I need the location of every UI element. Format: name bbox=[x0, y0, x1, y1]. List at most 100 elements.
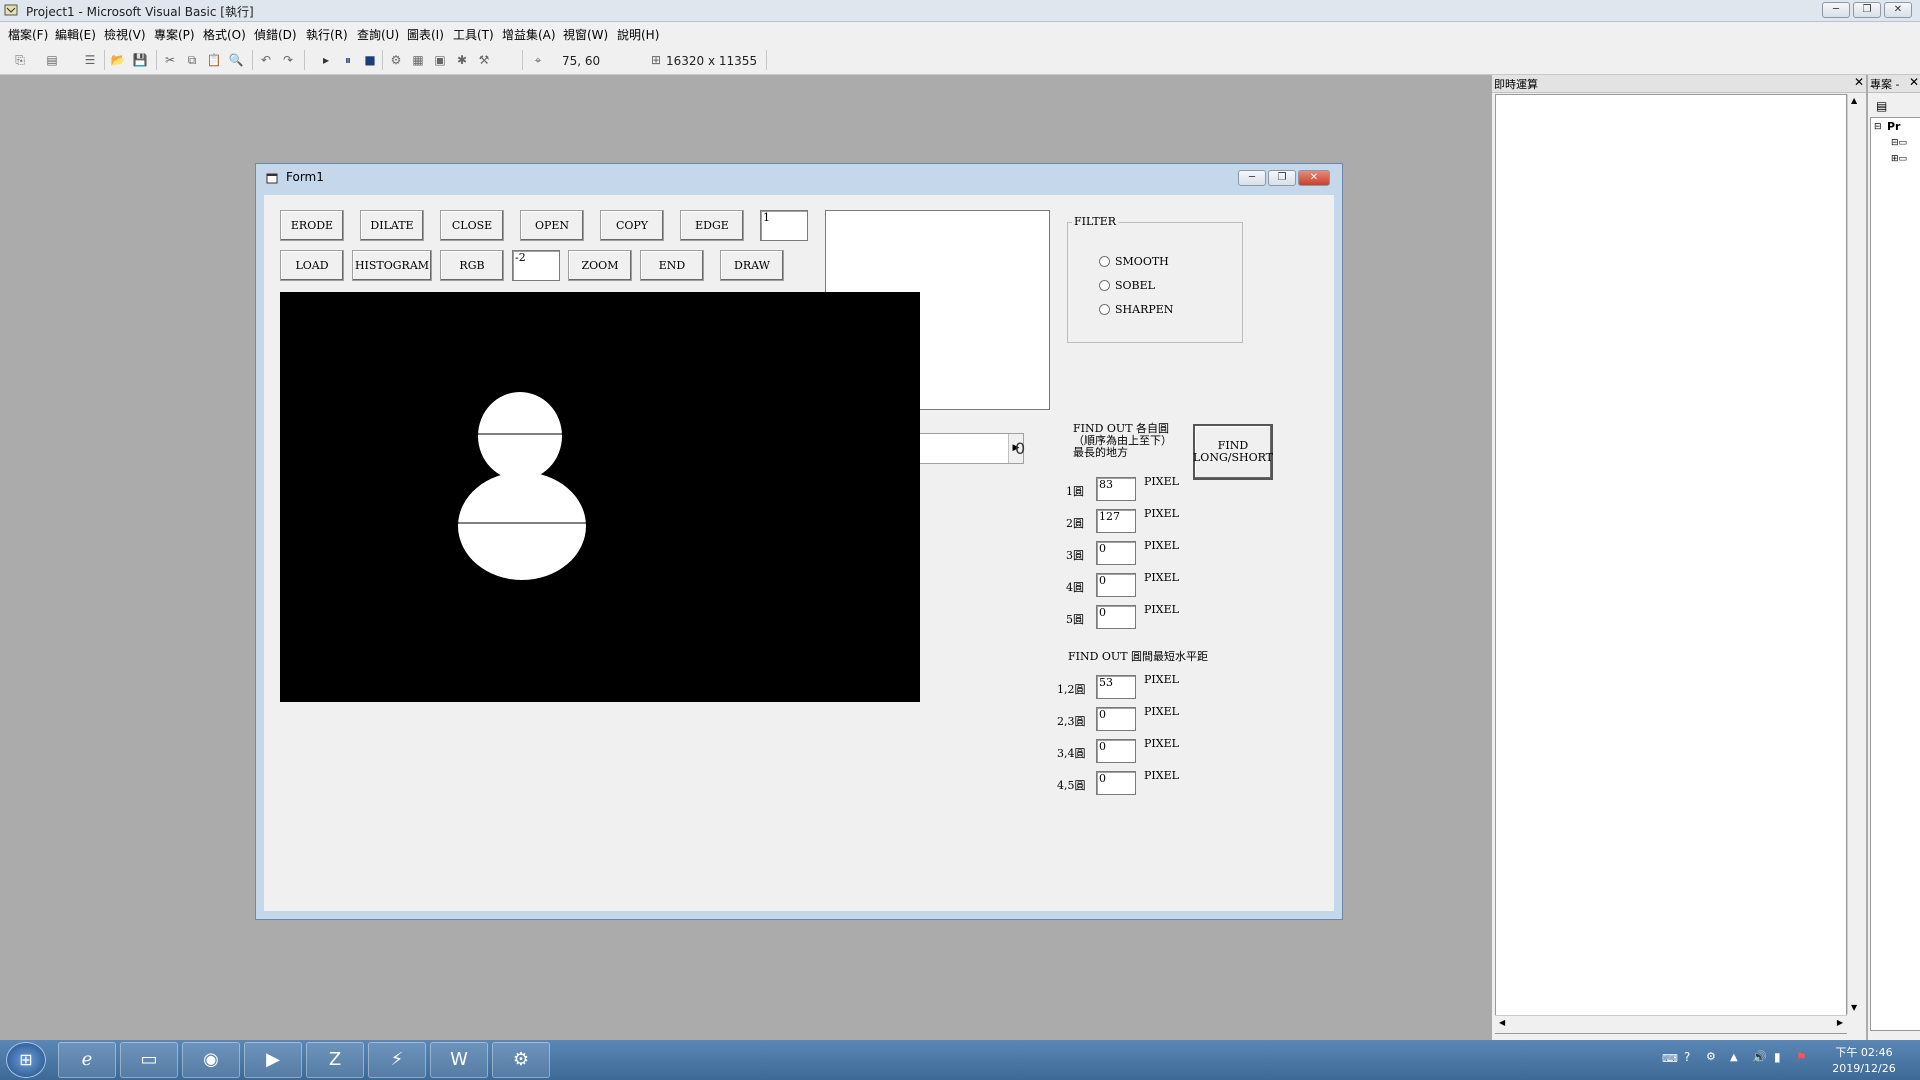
tray-date[interactable]: 2019/12/26 bbox=[1830, 1062, 1898, 1075]
media-player-icon[interactable]: ▶ bbox=[244, 1042, 302, 1078]
word-icon[interactable]: W bbox=[430, 1042, 488, 1078]
circle-2-value[interactable]: 127 bbox=[1096, 509, 1136, 533]
menu-addins[interactable]: 增益集(A) bbox=[502, 26, 556, 43]
tree-folder-icon[interactable]: ⊟▭ bbox=[1891, 138, 1907, 148]
view-code-icon[interactable]: ▤ bbox=[1876, 99, 1887, 113]
undo-icon[interactable]: ↶ bbox=[258, 52, 274, 68]
save-icon[interactable]: 💾 bbox=[132, 52, 148, 68]
open-op-button[interactable]: OPEN bbox=[520, 210, 584, 241]
chrome-icon[interactable]: ◉ bbox=[182, 1042, 240, 1078]
add-form-icon[interactable]: ▤ bbox=[44, 52, 60, 68]
textbox-top[interactable]: 1 bbox=[760, 210, 808, 241]
sobel-radio[interactable] bbox=[1099, 280, 1110, 291]
cut-icon[interactable]: ✂ bbox=[162, 52, 178, 68]
close-button[interactable]: ✕ bbox=[1884, 2, 1912, 18]
distance-45-value[interactable]: 0 bbox=[1096, 771, 1136, 795]
add-project-icon[interactable]: ⎘ bbox=[12, 52, 28, 68]
sharpen-radio[interactable] bbox=[1099, 304, 1110, 315]
menu-diagram[interactable]: 圖表(I) bbox=[407, 26, 444, 43]
form-minimize-button[interactable]: ─ bbox=[1238, 170, 1266, 186]
hscrollbar[interactable]: ▶ bbox=[904, 433, 1024, 464]
pause-icon[interactable]: ⏸ bbox=[340, 52, 356, 68]
immediate-hscrollbar[interactable]: ◀ ▶ bbox=[1495, 1015, 1847, 1033]
tray-expand-icon[interactable]: ▲ bbox=[1730, 1052, 1738, 1063]
menu-file[interactable]: 檔案(F) bbox=[8, 26, 48, 43]
project-explorer-icon[interactable]: ⚙ bbox=[388, 52, 404, 68]
distance-23-value[interactable]: 0 bbox=[1096, 707, 1136, 731]
menu-project[interactable]: 專案(P) bbox=[154, 26, 195, 43]
restore-button[interactable]: ❐ bbox=[1853, 2, 1881, 18]
edge-button[interactable]: EDGE bbox=[680, 210, 744, 241]
distance-34-value[interactable]: 0 bbox=[1096, 739, 1136, 763]
scroll-left-icon[interactable]: ◀ bbox=[1499, 1018, 1505, 1027]
tree-root-label[interactable]: Pr bbox=[1887, 120, 1901, 133]
circle-1-value[interactable]: 83 bbox=[1096, 477, 1136, 501]
tray-time[interactable]: 下午 02:46 bbox=[1834, 1044, 1894, 1060]
menu-query[interactable]: 查詢(U) bbox=[357, 26, 399, 43]
network-icon[interactable]: ▮ bbox=[1774, 1050, 1781, 1064]
form-close-button[interactable]: ✕ bbox=[1298, 170, 1330, 186]
help-icon[interactable]: ? bbox=[1684, 1050, 1690, 1064]
circle-3-value[interactable]: 0 bbox=[1096, 541, 1136, 565]
zoom-button[interactable]: ZOOM bbox=[568, 250, 632, 281]
minimize-button[interactable]: ─ bbox=[1822, 2, 1850, 18]
explorer-icon[interactable]: ▭ bbox=[120, 1042, 178, 1078]
histogram-button[interactable]: HISTOGRAM bbox=[352, 250, 432, 281]
smooth-radio[interactable] bbox=[1099, 256, 1110, 267]
erode-button[interactable]: ERODE bbox=[280, 210, 344, 241]
immediate-vscrollbar[interactable]: ▲ ▼ bbox=[1847, 94, 1864, 1014]
circle-4-value[interactable]: 0 bbox=[1096, 573, 1136, 597]
menu-help[interactable]: 說明(H) bbox=[617, 26, 659, 43]
vb-task-icon[interactable]: ⚙ bbox=[492, 1042, 550, 1078]
immediate-close-icon[interactable]: ✕ bbox=[1854, 75, 1864, 89]
project-close-icon[interactable]: ✕ bbox=[1909, 75, 1919, 89]
end-button[interactable]: END bbox=[640, 250, 704, 281]
object-browser-icon[interactable]: ✱ bbox=[454, 52, 470, 68]
menu-editor-icon[interactable]: ☰ bbox=[82, 52, 98, 68]
find-long-short-button[interactable]: FIND LONG/SHORT bbox=[1193, 424, 1273, 480]
textbox-rgb[interactable]: -2 bbox=[512, 250, 560, 281]
menu-debug[interactable]: 偵錯(D) bbox=[254, 26, 297, 43]
form-restore-button[interactable]: ❐ bbox=[1268, 170, 1296, 186]
menu-view[interactable]: 檢視(V) bbox=[104, 26, 146, 43]
scroll-up-icon[interactable]: ▲ bbox=[1851, 96, 1857, 105]
keyboard-icon[interactable]: ⌨ bbox=[1662, 1052, 1678, 1065]
menu-format[interactable]: 格式(O) bbox=[203, 26, 246, 43]
settings-tray-icon[interactable]: ⚙ bbox=[1706, 1050, 1716, 1063]
ie-icon[interactable]: ℯ bbox=[58, 1042, 116, 1078]
sobel-label: SOBEL bbox=[1115, 279, 1155, 292]
form-layout-icon[interactable]: ▣ bbox=[432, 52, 448, 68]
circle-3-unit: PIXEL bbox=[1144, 539, 1179, 552]
stop-icon[interactable]: ■ bbox=[362, 52, 378, 68]
scroll-right-icon[interactable]: ▶ bbox=[1837, 1018, 1843, 1027]
properties-icon[interactable]: ▦ bbox=[410, 52, 426, 68]
start-icon[interactable]: ▸ bbox=[318, 52, 334, 68]
menu-tools[interactable]: 工具(T) bbox=[453, 26, 494, 43]
menu-run[interactable]: 執行(R) bbox=[306, 26, 348, 43]
copy-icon[interactable]: ⧉ bbox=[184, 52, 200, 68]
toolbox-icon[interactable]: ⚒ bbox=[476, 52, 492, 68]
load-button[interactable]: LOAD bbox=[280, 250, 344, 281]
find-icon[interactable]: 🔍 bbox=[228, 52, 244, 68]
distance-12-value[interactable]: 53 bbox=[1096, 675, 1136, 699]
rgb-button[interactable]: RGB bbox=[440, 250, 504, 281]
flag-icon[interactable]: ⚑ bbox=[1796, 1050, 1807, 1064]
tree-expand-icon[interactable]: ⊟ bbox=[1874, 122, 1882, 132]
tree-folder-icon-2[interactable]: ⊞▭ bbox=[1891, 154, 1907, 164]
close-op-button[interactable]: CLOSE bbox=[440, 210, 504, 241]
app-z-icon[interactable]: Z bbox=[306, 1042, 364, 1078]
immediate-textarea[interactable] bbox=[1495, 94, 1847, 1034]
start-button[interactable]: ⊞ bbox=[6, 1042, 46, 1078]
copy-button[interactable]: COPY bbox=[600, 210, 664, 241]
dilate-button[interactable]: DILATE bbox=[360, 210, 424, 241]
open-icon[interactable]: 📂 bbox=[110, 52, 126, 68]
volume-icon[interactable]: 🔊 bbox=[1752, 1050, 1767, 1064]
redo-icon[interactable]: ↷ bbox=[280, 52, 296, 68]
paste-icon[interactable]: 📋 bbox=[206, 52, 222, 68]
menu-window[interactable]: 視窗(W) bbox=[563, 26, 608, 43]
app-bolt-icon[interactable]: ⚡ bbox=[368, 1042, 426, 1078]
draw-button[interactable]: DRAW bbox=[720, 250, 784, 281]
circle-5-value[interactable]: 0 bbox=[1096, 605, 1136, 629]
scroll-down-icon[interactable]: ▼ bbox=[1851, 1003, 1857, 1012]
menu-edit[interactable]: 編輯(E) bbox=[55, 26, 96, 43]
